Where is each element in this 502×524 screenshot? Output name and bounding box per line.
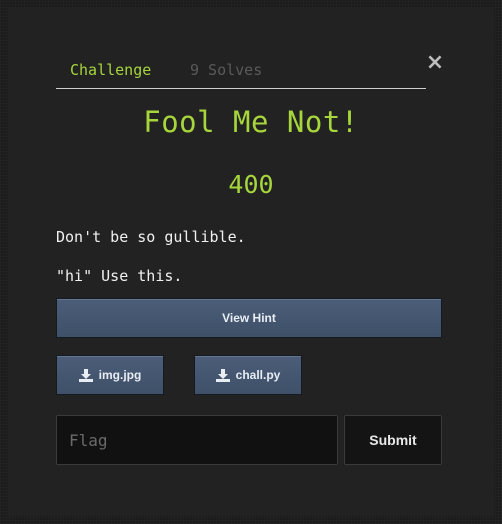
- file-name: chall.py: [235, 368, 281, 382]
- download-icon: [215, 368, 230, 382]
- file-download-button[interactable]: img.jpg: [56, 355, 164, 395]
- download-icon: [78, 368, 93, 382]
- tab-challenge[interactable]: Challenge: [70, 61, 151, 79]
- flag-input[interactable]: [56, 415, 338, 465]
- file-name: img.jpg: [98, 368, 142, 382]
- challenge-description-line: "hi" Use this.: [56, 267, 183, 285]
- view-hint-button[interactable]: View Hint: [56, 298, 442, 338]
- submit-label: Submit: [369, 432, 417, 448]
- modal-tabs: Challenge 9 Solves: [56, 56, 426, 89]
- submit-button[interactable]: Submit: [344, 415, 442, 465]
- close-icon[interactable]: ×: [424, 52, 446, 74]
- view-hint-label: View Hint: [222, 311, 276, 325]
- challenge-title: Fool Me Not!: [143, 105, 359, 139]
- challenge-description-line: Don't be so gullible.: [56, 228, 246, 246]
- challenge-points: 400: [228, 170, 274, 199]
- file-download-button[interactable]: chall.py: [194, 355, 302, 395]
- tab-solves[interactable]: 9 Solves: [190, 61, 262, 79]
